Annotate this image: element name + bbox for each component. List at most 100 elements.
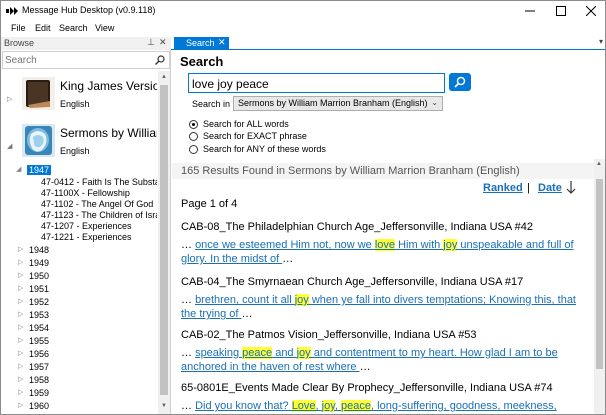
- sort-ranked-link[interactable]: Ranked: [483, 182, 523, 194]
- year-item[interactable]: ▷ 1950: [1, 271, 157, 282]
- search-term-highlight: Love: [291, 400, 316, 412]
- snippet-text: Did you know that?: [195, 400, 292, 412]
- browse-search-input[interactable]: [5, 53, 145, 68]
- search-in-value: Sermons by William Marrion Branham (Engl…: [238, 98, 428, 108]
- result-snippet[interactable]: … Did you know that? Love, joy, peace, l…: [181, 399, 591, 414]
- sermon-item[interactable]: 47-1102 - The Angel Of God: [1, 199, 157, 210]
- expand-arrow-icon[interactable]: ▷: [18, 336, 23, 344]
- expand-arrow-icon[interactable]: ▷: [18, 362, 23, 370]
- menu-file[interactable]: File: [11, 23, 26, 33]
- sort-descending-arrow-icon[interactable]: [566, 181, 576, 194]
- year-item[interactable]: ▷ 1952: [1, 297, 157, 308]
- option-all-words[interactable]: Search for ALL words: [189, 119, 389, 130]
- close-icon: [586, 6, 596, 16]
- menu-edit[interactable]: Edit: [35, 23, 51, 33]
- year-item-1947[interactable]: ◢ 1947: [1, 165, 157, 176]
- expand-arrow-icon[interactable]: ▷: [18, 258, 23, 266]
- expand-arrow-icon[interactable]: ▷: [18, 323, 23, 331]
- menu-search[interactable]: Search: [59, 23, 88, 33]
- sermons-icon: [22, 124, 55, 157]
- year-item[interactable]: ▷ 1951: [1, 284, 157, 295]
- maximize-button[interactable]: [546, 1, 576, 21]
- search-icon: [454, 76, 466, 88]
- scroll-down-arrow-icon[interactable]: ▼: [161, 403, 167, 409]
- browse-close-icon[interactable]: ✕: [159, 37, 167, 48]
- tab-close-icon[interactable]: ✕: [218, 37, 226, 48]
- results-count-bar: 165 Results Found in Sermons by William …: [172, 163, 594, 179]
- scroll-up-arrow-icon[interactable]: ▲: [596, 161, 602, 167]
- year-item[interactable]: ▷ 1954: [1, 323, 157, 334]
- pin-icon[interactable]: ⊥: [147, 37, 155, 48]
- tab-list-dropdown-icon[interactable]: ▾: [599, 37, 603, 46]
- search-term-highlight: joy: [443, 239, 458, 251]
- browse-header: Browse ⊥ ✕: [1, 37, 171, 50]
- result-snippet[interactable]: … once we esteemed Him not, now we love …: [181, 238, 591, 266]
- scroll-up-arrow-icon[interactable]: ▲: [161, 74, 167, 80]
- close-button[interactable]: [576, 1, 605, 21]
- radio-unselected[interactable]: [189, 132, 198, 141]
- search-query-input[interactable]: [192, 76, 440, 91]
- expand-arrow-icon[interactable]: ▷: [18, 245, 23, 253]
- result-item[interactable]: CAB-02_The Patmos Vision_Jeffersonville,…: [181, 329, 591, 374]
- scrollbar-thumb[interactable]: [160, 85, 168, 395]
- menu-view[interactable]: View: [95, 23, 114, 33]
- year-item[interactable]: ▷ 1960: [1, 401, 157, 412]
- expand-arrow-icon[interactable]: ▷: [18, 388, 23, 396]
- sort-date-link[interactable]: Date: [538, 182, 562, 194]
- document-tab-bar: Search ✕ ▾: [171, 37, 605, 50]
- browse-scrollbar[interactable]: ▲ ▼: [158, 71, 170, 414]
- result-snippet[interactable]: … speaking peace and joy and contentment…: [181, 346, 591, 374]
- scrollbar-thumb[interactable]: [596, 179, 603, 369]
- expand-arrow-icon[interactable]: ▷: [18, 349, 23, 357]
- year-item[interactable]: ▷ 1949: [1, 258, 157, 269]
- year-item[interactable]: ▷ 1948: [1, 245, 157, 256]
- result-item[interactable]: CAB-08_The Philadelphian Church Age_Jeff…: [181, 221, 591, 266]
- result-item[interactable]: CAB-04_The Smyrnaean Church Age_Jefferso…: [181, 276, 591, 321]
- radio-selected[interactable]: [189, 120, 198, 129]
- option-any-words[interactable]: Search for ANY of these words: [189, 144, 389, 155]
- library-name: Sermons by William: [60, 126, 157, 140]
- radio-unselected[interactable]: [189, 145, 198, 154]
- year-item[interactable]: ▷ 1955: [1, 336, 157, 347]
- search-in-label: Search in: [192, 99, 231, 109]
- search-icon[interactable]: [155, 55, 165, 65]
- results-scrollbar[interactable]: ▲: [594, 159, 605, 414]
- sermon-item[interactable]: 47-1207 - Experiences: [1, 221, 157, 232]
- sermon-item[interactable]: 47-0412 - Faith Is The Substa: [1, 177, 157, 188]
- library-name: King James Version: [60, 79, 157, 93]
- result-title: CAB-04_The Smyrnaean Church Age_Jefferso…: [181, 276, 524, 288]
- collapse-arrow-icon[interactable]: ◢: [7, 142, 12, 150]
- minimize-icon: [525, 10, 535, 12]
- sermon-item[interactable]: 47-1100X - Fellowship: [1, 188, 157, 199]
- tab-search[interactable]: Search ✕: [174, 37, 229, 50]
- year-item[interactable]: ▷ 1958: [1, 375, 157, 386]
- search-button[interactable]: [449, 73, 471, 91]
- expand-arrow-icon[interactable]: ▷: [7, 95, 12, 103]
- expand-arrow-icon[interactable]: ▷: [18, 271, 23, 279]
- year-item[interactable]: ▷ 1956: [1, 349, 157, 360]
- sermon-item[interactable]: 47-1221 - Experiences: [1, 232, 157, 243]
- search-heading: Search: [180, 54, 224, 69]
- year-item[interactable]: ▷ 1959: [1, 388, 157, 399]
- sermon-item[interactable]: 47-1123 - The Children of Isra: [1, 210, 157, 221]
- result-item[interactable]: 65-0801E_Events Made Clear By Prophecy_J…: [181, 382, 591, 414]
- year-item[interactable]: ▷ 1957: [1, 362, 157, 373]
- option-exact-phrase[interactable]: Search for EXACT phrase: [189, 131, 389, 142]
- tab-label: Search: [186, 38, 215, 48]
- expand-arrow-icon[interactable]: ▷: [18, 284, 23, 292]
- snippet-ellipsis: …: [181, 347, 196, 359]
- collapse-arrow-icon[interactable]: ◢: [16, 165, 21, 173]
- search-in-dropdown[interactable]: Sermons by William Marrion Branham (Engl…: [233, 96, 443, 111]
- expand-arrow-icon[interactable]: ▷: [18, 375, 23, 383]
- minimize-button[interactable]: [515, 1, 545, 21]
- library-item-kjv[interactable]: ▷ King James Version English: [1, 75, 157, 125]
- search-term-highlight: joy: [296, 347, 311, 359]
- search-term-highlight: peace: [341, 400, 372, 412]
- expand-arrow-icon[interactable]: ▷: [18, 401, 23, 409]
- expand-arrow-icon[interactable]: ▷: [18, 297, 23, 305]
- page-indicator: Page 1 of 4: [181, 198, 238, 210]
- expand-arrow-icon[interactable]: ▷: [18, 310, 23, 318]
- search-term-highlight: peace: [242, 347, 273, 359]
- year-item[interactable]: ▷ 1953: [1, 310, 157, 321]
- result-snippet[interactable]: … brethren, count it all joy when ye fal…: [181, 293, 591, 321]
